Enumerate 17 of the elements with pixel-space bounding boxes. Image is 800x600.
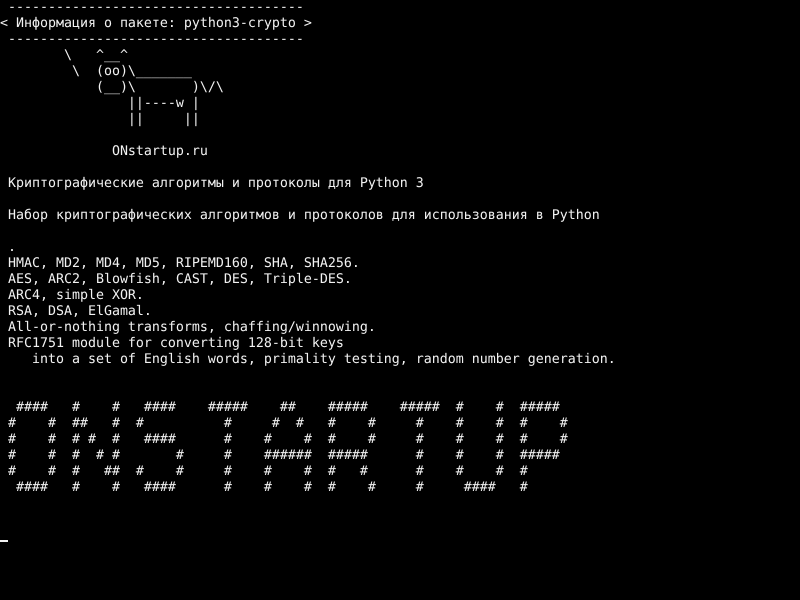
description-line: . [6,240,16,256]
dash-line: ------------------------------------- [6,0,304,16]
description-line: into a set of English words, primality testing, random number generation. [30,352,616,368]
ascii-art-title-text: #### # # #### ##### ## ##### ##### # # ##### # # ## # # # # # # # # # # # # # # # # # #### # # # # # # # # # # # # # # # # # ###### ##### # # # ##### # # # ## # # # # # # # # # # # #### # # #### # # # # # # #### # [6,400,568,496]
description-line: All-or-nothing transforms, chaffing/winnowing. [6,320,376,336]
description-line: ARC4, simple XOR. [6,288,144,304]
package-summary: Криптографические алгоритмы и протоколы для Python 3 [6,176,424,192]
site-name: ONstartup.ru [110,144,208,160]
package-title: < Информация о пакете: python3-crypto > [0,16,312,32]
description-line: HMAC, MD2, MD4, MD5, RIPEMD160, SHA, SHA256. [6,256,360,272]
text-cursor [0,540,8,542]
cow-ascii-art: \ ^__^ \ (oo)\_______ (__)\ )\/\ ||----w | || || [62,48,224,128]
description-line: AES, ARC2, Blowfish, CAST, DES, Triple-DES. [6,272,352,288]
package-description: Набор криптографических алгоритмов и протоколов для использования в Python [6,208,600,224]
description-line: RSA, DSA, ElGamal. [6,304,152,320]
description-line: RFC1751 module for converting 128-bit keys [6,336,344,352]
dash-line: ------------------------------------- [6,32,304,48]
